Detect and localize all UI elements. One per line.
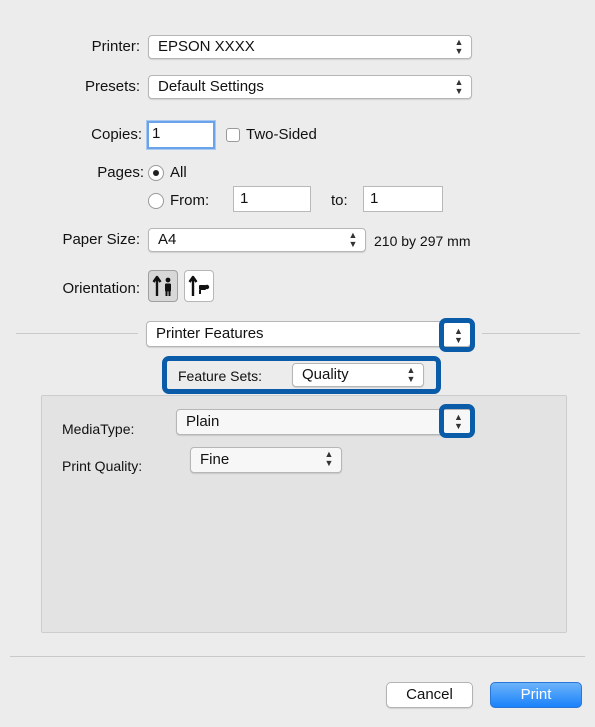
print-quality-popup[interactable]: Fine ▲ ▼: [190, 447, 342, 473]
printer-popup[interactable]: EPSON XXXX ▲ ▼: [148, 35, 472, 59]
paper-size-popup[interactable]: A4 ▲ ▼: [148, 228, 366, 252]
paper-size-label: Paper Size:: [62, 231, 140, 248]
separator-line: [16, 333, 138, 334]
print-dialog: Printer: EPSON XXXX ▲ ▼ Presets: Default …: [0, 0, 595, 727]
pages-from-radio[interactable]: [148, 193, 164, 209]
popup-arrows-icon: ▲ ▼: [348, 230, 358, 249]
paper-size-dimensions: 210 by 297 mm: [374, 233, 471, 249]
popup-arrows-icon: ▲ ▼: [324, 449, 334, 468]
pages-to-field[interactable]: 1: [363, 186, 443, 212]
media-type-label: MediaType:: [62, 421, 135, 437]
media-type-popup[interactable]: Plain: [176, 409, 472, 435]
two-sided-checkbox[interactable]: [226, 128, 240, 142]
print-quality-value: Fine: [200, 451, 230, 468]
popup-arrows-icon: ▲ ▼: [454, 37, 464, 56]
print-button[interactable]: Print: [490, 682, 582, 708]
pages-label: Pages:: [97, 164, 144, 181]
copies-value: 1: [152, 125, 161, 142]
feature-sets-popup[interactable]: Quality ▲ ▼: [292, 363, 424, 387]
media-type-value: Plain: [186, 413, 220, 430]
orientation-label: Orientation:: [62, 280, 140, 297]
section-popup-value: Printer Features: [156, 325, 264, 342]
pages-to-label: to:: [331, 192, 348, 209]
landscape-orientation-button[interactable]: [184, 270, 214, 302]
pages-from-label: From:: [170, 192, 210, 209]
portrait-orientation-button[interactable]: [148, 270, 178, 302]
presets-popup[interactable]: Default Settings ▲ ▼: [148, 75, 472, 99]
presets-value: Default Settings: [158, 78, 264, 95]
printer-label: Printer:: [91, 38, 140, 55]
two-sided-label: Two-Sided: [246, 126, 317, 143]
popup-arrows-icon: ▲ ▼: [454, 326, 463, 345]
presets-label: Presets:: [84, 78, 140, 95]
paper-size-value: A4: [158, 231, 177, 248]
pages-from-field[interactable]: 1: [233, 186, 311, 212]
pages-to-value: 1: [370, 190, 379, 207]
landscape-icon: [188, 275, 210, 296]
copies-field[interactable]: 1: [147, 121, 215, 149]
media-type-arrows-highlight[interactable]: ▲ ▼: [439, 404, 475, 438]
portrait-icon: [152, 275, 171, 296]
section-popup[interactable]: Printer Features: [146, 321, 471, 347]
popup-arrows-icon: ▲ ▼: [406, 365, 416, 384]
pages-all-radio[interactable]: [148, 165, 164, 181]
print-quality-label: Print Quality:: [62, 458, 143, 474]
bottom-separator: [10, 656, 585, 657]
feature-sets-value: Quality: [302, 366, 349, 383]
feature-sets-label: Feature Sets:: [178, 368, 263, 384]
pages-all-label: All: [170, 164, 187, 181]
popup-arrows-icon: ▲ ▼: [454, 412, 463, 431]
cancel-button[interactable]: Cancel: [386, 682, 473, 708]
popup-arrows-icon: ▲ ▼: [454, 77, 464, 96]
printer-value: EPSON XXXX: [158, 38, 255, 55]
pages-from-value: 1: [240, 190, 249, 207]
section-popup-arrows-highlight[interactable]: ▲ ▼: [439, 318, 475, 352]
copies-label: Copies:: [91, 126, 142, 143]
separator-line: [482, 333, 580, 334]
